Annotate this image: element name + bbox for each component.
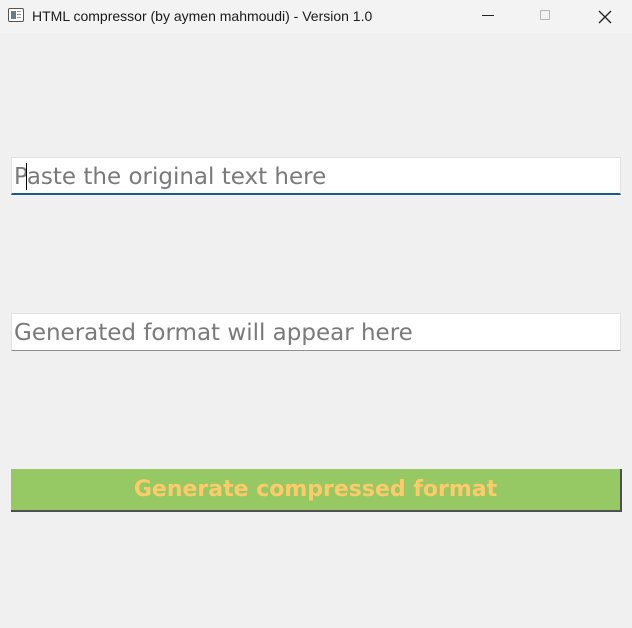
generated-format-field <box>11 313 621 351</box>
minimize-button[interactable] <box>466 0 512 33</box>
original-text-input[interactable] <box>12 158 620 193</box>
generated-format-output[interactable] <box>12 314 620 350</box>
generate-button[interactable]: Generate compressed format <box>11 469 622 512</box>
maximize-button[interactable] <box>523 0 569 33</box>
text-caret <box>26 163 27 190</box>
close-icon <box>598 10 612 24</box>
window-title: HTML compressor (by aymen mahmoudi) - Ve… <box>32 8 373 24</box>
app-window: HTML compressor (by aymen mahmoudi) - Ve… <box>0 0 632 628</box>
app-icon <box>8 8 24 22</box>
original-text-field <box>11 157 621 195</box>
close-button[interactable] <box>582 0 628 33</box>
title-bar[interactable]: HTML compressor (by aymen mahmoudi) - Ve… <box>0 0 632 33</box>
